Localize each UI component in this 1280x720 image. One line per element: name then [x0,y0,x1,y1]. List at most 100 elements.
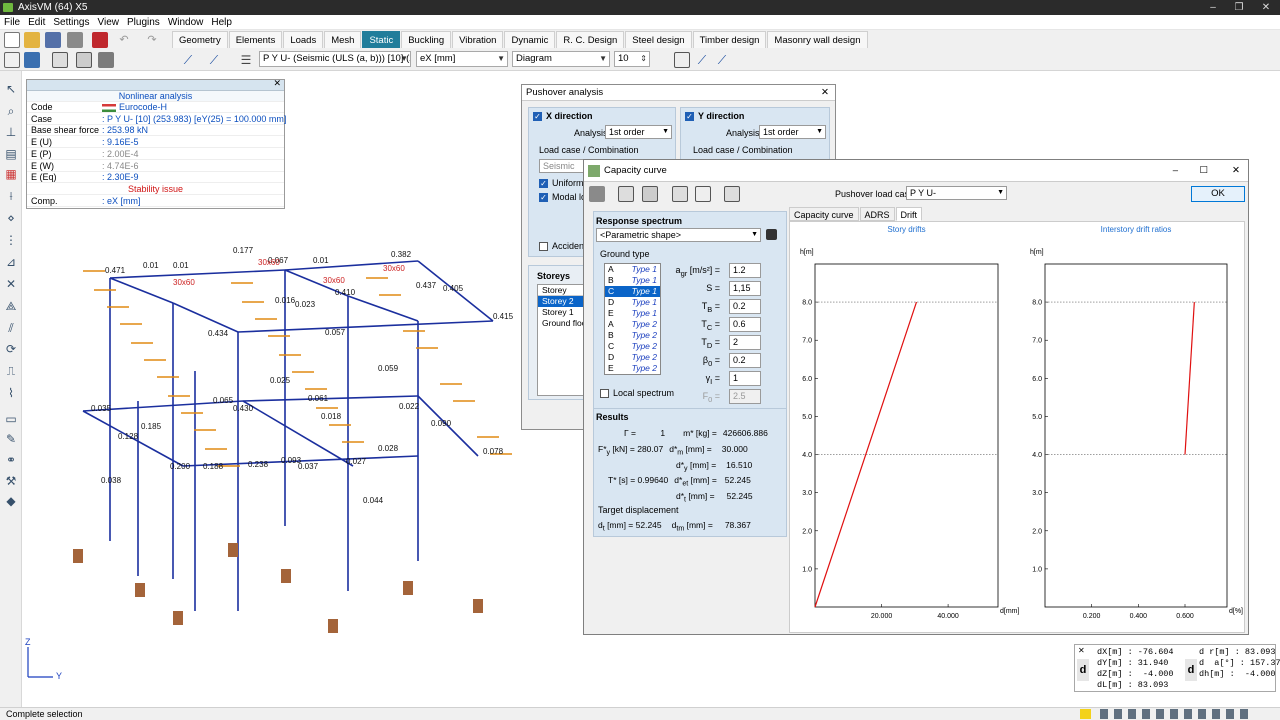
link-icon[interactable]: ⌇ [3,385,19,401]
ground-type-item[interactable]: E Type 2 [605,363,660,374]
ruler-icon[interactable]: ▭ [3,411,19,427]
close-icon[interactable]: ✕ [1078,646,1085,655]
param-input[interactable]: 0.2 [729,299,761,314]
views-icon[interactable]: ▤ [3,146,19,162]
analysis-select-x[interactable]: 1st order ▼ [605,125,672,139]
ground-type-item[interactable]: E Type 1 [605,308,660,319]
close-icon[interactable]: ✕ [1232,160,1240,182]
pdf-icon[interactable] [92,32,108,48]
ground-type-item[interactable]: D Type 2 [605,352,660,363]
close-icon[interactable]: ✕ [821,85,829,101]
section-icon[interactable]: ⎍ [3,363,19,379]
analysis-select-y[interactable]: 1st order ▼ [759,125,826,139]
menu-window[interactable]: Window [164,15,208,30]
menu-view[interactable]: View [94,15,124,30]
ground-type-item[interactable]: D Type 1 [605,297,660,308]
loadcase-select[interactable]: P Y U- (Seismic (ULS (a, b))) [10] (25 ▼ [259,51,411,67]
ground-type-item[interactable]: A Type 1 [605,264,660,275]
menu-file[interactable]: File [0,15,24,30]
display-select[interactable]: Diagram ▼ [512,51,610,67]
tab-r-c-design[interactable]: R. C. Design [556,31,625,48]
ground-type-list[interactable]: A Type 1 B Type 1 C Type 1 D Type 1 E Type 1 A Type… [604,263,661,375]
color-icon[interactable]: ▦ [3,166,19,182]
new-file-icon[interactable] [4,32,20,48]
save-icon[interactable] [45,32,61,48]
chart-icon[interactable]: ⟋ [694,52,710,68]
table-icon[interactable] [52,52,68,68]
restore-icon[interactable]: ❐ [1226,0,1252,15]
save-icon[interactable] [766,229,777,240]
menu-help[interactable]: Help [207,15,236,30]
ground-type-item[interactable]: C Type 1 [605,286,660,297]
node-icon[interactable]: ⟊ [3,188,19,204]
ground-type-item[interactable]: B Type 1 [605,275,660,286]
ground-type-item[interactable]: A Type 2 [605,319,660,330]
storey-item[interactable]: Ground floo [538,318,588,329]
undo-icon[interactable]: ↶ [116,32,132,48]
rs-select[interactable]: <Parametric shape> ▼ [596,228,761,242]
calculator-icon[interactable] [674,52,690,68]
storey-item[interactable]: Storey 1 [538,307,588,318]
report-icon[interactable] [695,186,711,202]
transform-icon[interactable]: ⟁ [3,298,19,314]
uniform-checkbox[interactable]: ✓ [539,179,548,188]
close-icon[interactable]: ✕ [273,78,281,89]
modal-checkbox[interactable]: ✓ [539,193,548,202]
status-icons[interactable] [1100,709,1250,719]
menu-plugins[interactable]: Plugins [123,15,164,30]
param-input[interactable]: 1 [729,371,761,386]
cross-icon[interactable]: ✕ [3,276,19,292]
ground-type-item[interactable]: B Type 2 [605,330,660,341]
table-icon[interactable] [672,186,688,202]
measure-icon[interactable]: ⊿ [3,254,19,270]
pushover-lc-select[interactable]: P Y U- ▼ [906,186,1007,200]
list-icon[interactable]: ☰ [238,52,254,68]
minimize-icon[interactable]: – [1173,160,1178,182]
menu-edit[interactable]: Edit [24,15,49,30]
accident-checkbox[interactable] [539,242,548,251]
storey-item[interactable]: Storey 2 [538,296,588,307]
tab-geometry[interactable]: Geometry [172,31,228,48]
local-spectrum-checkbox[interactable] [600,389,609,398]
param-input[interactable]: 2.5 [729,389,761,404]
minimize-icon[interactable]: – [1200,0,1226,15]
tab-buckling[interactable]: Buckling [401,31,452,48]
ok-button[interactable]: OK [1191,186,1245,202]
diagram2-icon[interactable]: ⟋ [206,52,222,68]
save-image-icon[interactable] [642,186,658,202]
report-icon[interactable] [76,52,92,68]
tab-dynamic[interactable]: Dynamic [504,31,556,48]
geometry-icon[interactable]: ⋄ [3,210,19,226]
redo-icon[interactable]: ↷ [144,32,160,48]
library-icon[interactable] [724,186,740,202]
tab-steel-design[interactable]: Steel design [625,31,692,48]
results-icon[interactable] [24,52,40,68]
binoculars-icon[interactable]: ⚭ [3,452,19,468]
param-input[interactable]: 0.2 [729,353,761,368]
wrench-icon[interactable]: ⚒ [3,473,19,489]
tab-timber-design[interactable]: Timber design [692,31,767,48]
tab-vibration[interactable]: Vibration [452,31,504,48]
tab-adrs[interactable]: ADRS [859,207,895,221]
param-input[interactable]: 2 [729,335,761,350]
tab-static[interactable]: Static [362,31,401,48]
zoom-icon[interactable]: ⌕ [3,103,19,119]
diagram-icon[interactable]: ⟋ [180,52,196,68]
layers-icon[interactable] [98,52,114,68]
chart2-icon[interactable]: ⟋ [714,52,730,68]
maximize-icon[interactable]: ☐ [1199,160,1208,182]
rotate-icon[interactable]: ⟳ [3,341,19,357]
scale-stepper[interactable]: 10 ⇕ [614,51,650,67]
tab-mesh[interactable]: Mesh [324,31,362,48]
component-select[interactable]: eX [mm] ▼ [416,51,508,67]
axes-icon[interactable]: ⊥ [3,124,19,140]
workplane-icon[interactable] [4,52,20,68]
tab-loads[interactable]: Loads [283,31,324,48]
tab-drift[interactable]: Drift [895,207,923,221]
param-input[interactable]: 0.6 [729,317,761,332]
param-input[interactable]: 1,15 [729,281,761,296]
pen-icon[interactable]: ✎ [3,431,19,447]
print-icon[interactable] [67,32,83,48]
menu-settings[interactable]: Settings [49,15,93,30]
close-icon[interactable]: ✕ [1253,0,1279,15]
